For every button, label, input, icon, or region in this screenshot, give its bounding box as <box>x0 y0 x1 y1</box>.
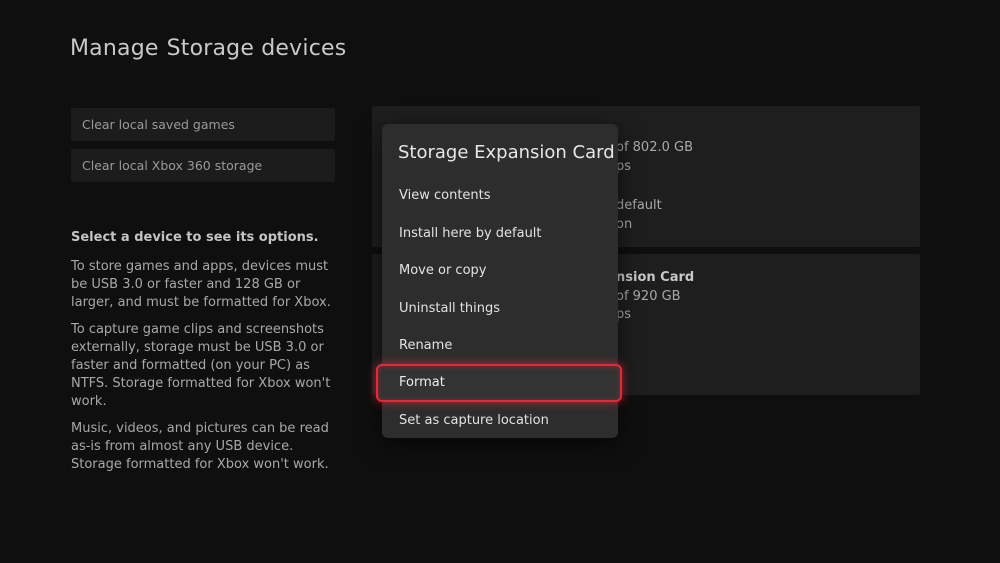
menu-title: Storage Expansion Card <box>398 142 615 163</box>
clear-local-xbox-360-storage-button[interactable]: Clear local Xbox 360 storage <box>71 149 335 182</box>
info-paragraph-games: To store games and apps, devices must be… <box>71 259 331 310</box>
page-title-main: Manage <box>70 36 159 61</box>
device-info-panel: Select a device to see its options. To s… <box>71 229 333 483</box>
page-title: Manage Storage devices <box>70 36 346 61</box>
storage-devices-page: Manage Storage devices Clear local saved … <box>0 0 1000 563</box>
clear-local-saved-games-button[interactable]: Clear local saved games <box>71 108 335 141</box>
menu-item-rename[interactable]: Rename <box>399 338 452 353</box>
info-heading: Select a device to see its options. <box>71 230 319 245</box>
menu-item-set-as-capture-location[interactable]: Set as capture location <box>399 413 549 428</box>
menu-item-uninstall-things[interactable]: Uninstall things <box>399 301 500 316</box>
info-paragraph-media: Music, videos, and pictures can be read … <box>71 421 329 472</box>
device-apps-count: ps <box>616 159 632 174</box>
device-capacity: of 920 GB <box>616 289 681 304</box>
device-apps-count: ps <box>616 307 632 322</box>
menu-item-move-or-copy[interactable]: Move or copy <box>399 263 486 278</box>
info-paragraph-capture: To capture game clips and screenshots ex… <box>71 322 331 409</box>
menu-item-install-here-by-default[interactable]: Install here by default <box>399 226 542 241</box>
menu-item-format[interactable]: Format <box>376 364 622 402</box>
device-name: nsion Card <box>616 270 695 285</box>
menu-item-format-label: Format <box>399 375 445 390</box>
device-default-status: default <box>616 198 662 213</box>
menu-item-view-contents[interactable]: View contents <box>399 188 491 203</box>
device-capture-status: on <box>616 217 633 232</box>
page-title-sub: Storage devices <box>166 36 347 61</box>
device-capacity: of 802.0 GB <box>616 140 694 155</box>
